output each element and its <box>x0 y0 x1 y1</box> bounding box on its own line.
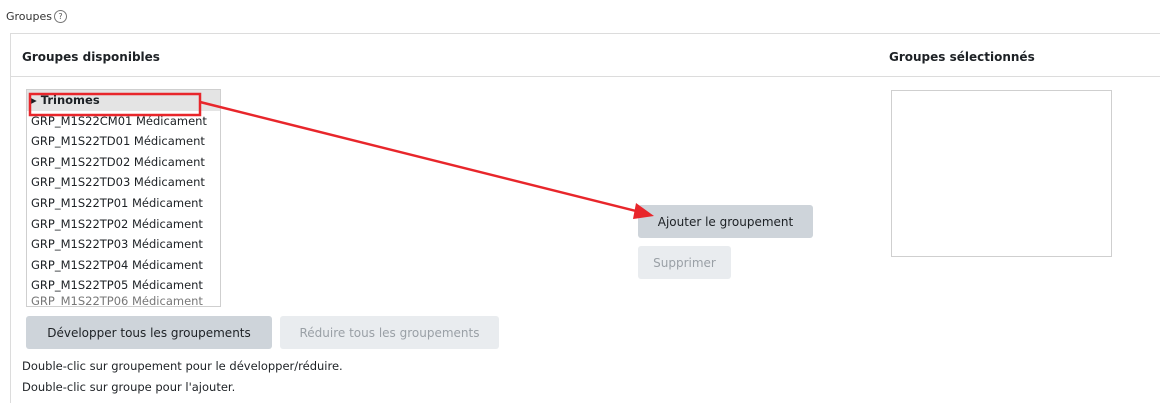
list-item[interactable]: GRP_M1S22CM01 Médicament <box>27 111 220 132</box>
selected-groups-list[interactable] <box>891 90 1112 257</box>
question-circle-icon[interactable]: ? <box>54 10 67 23</box>
list-item[interactable]: GRP_M1S22TD03 Médicament <box>27 172 220 193</box>
help-text-expand: Double-clic sur groupement pour le dével… <box>22 359 343 373</box>
expand-all-groupings-button[interactable]: Développer tous les groupements <box>26 316 272 349</box>
grouping-trinomes[interactable]: ▸ Trinomes <box>27 90 220 111</box>
groups-section-label: Groupes ? <box>6 10 67 23</box>
remove-button[interactable]: Supprimer <box>638 246 731 279</box>
list-item[interactable]: GRP_M1S22TP05 Médicament <box>27 275 220 296</box>
list-item[interactable]: GRP_M1S22TP02 Médicament <box>27 214 220 235</box>
list-item[interactable]: GRP_M1S22TP06 Médicament <box>27 296 220 306</box>
help-text-add: Double-clic sur groupe pour l'ajouter. <box>22 380 236 394</box>
list-item[interactable]: GRP_M1S22TD02 Médicament <box>27 152 220 173</box>
available-groups-title: Groupes disponibles <box>22 50 160 64</box>
collapse-all-groupings-button[interactable]: Réduire tous les groupements <box>280 316 499 349</box>
available-groups-list[interactable]: ▸ Trinomes GRP_M1S22CM01 Médicament GRP_… <box>26 89 221 307</box>
list-item[interactable]: GRP_M1S22TP04 Médicament <box>27 255 220 276</box>
list-item[interactable]: GRP_M1S22TD01 Médicament <box>27 131 220 152</box>
selected-groups-title: Groupes sélectionnés <box>889 50 1035 64</box>
groups-label-text: Groupes <box>6 10 52 23</box>
header-divider <box>10 76 1160 77</box>
list-item[interactable]: GRP_M1S22TP01 Médicament <box>27 193 220 214</box>
add-grouping-button[interactable]: Ajouter le groupement <box>638 205 813 238</box>
list-item[interactable]: GRP_M1S22TP03 Médicament <box>27 234 220 255</box>
